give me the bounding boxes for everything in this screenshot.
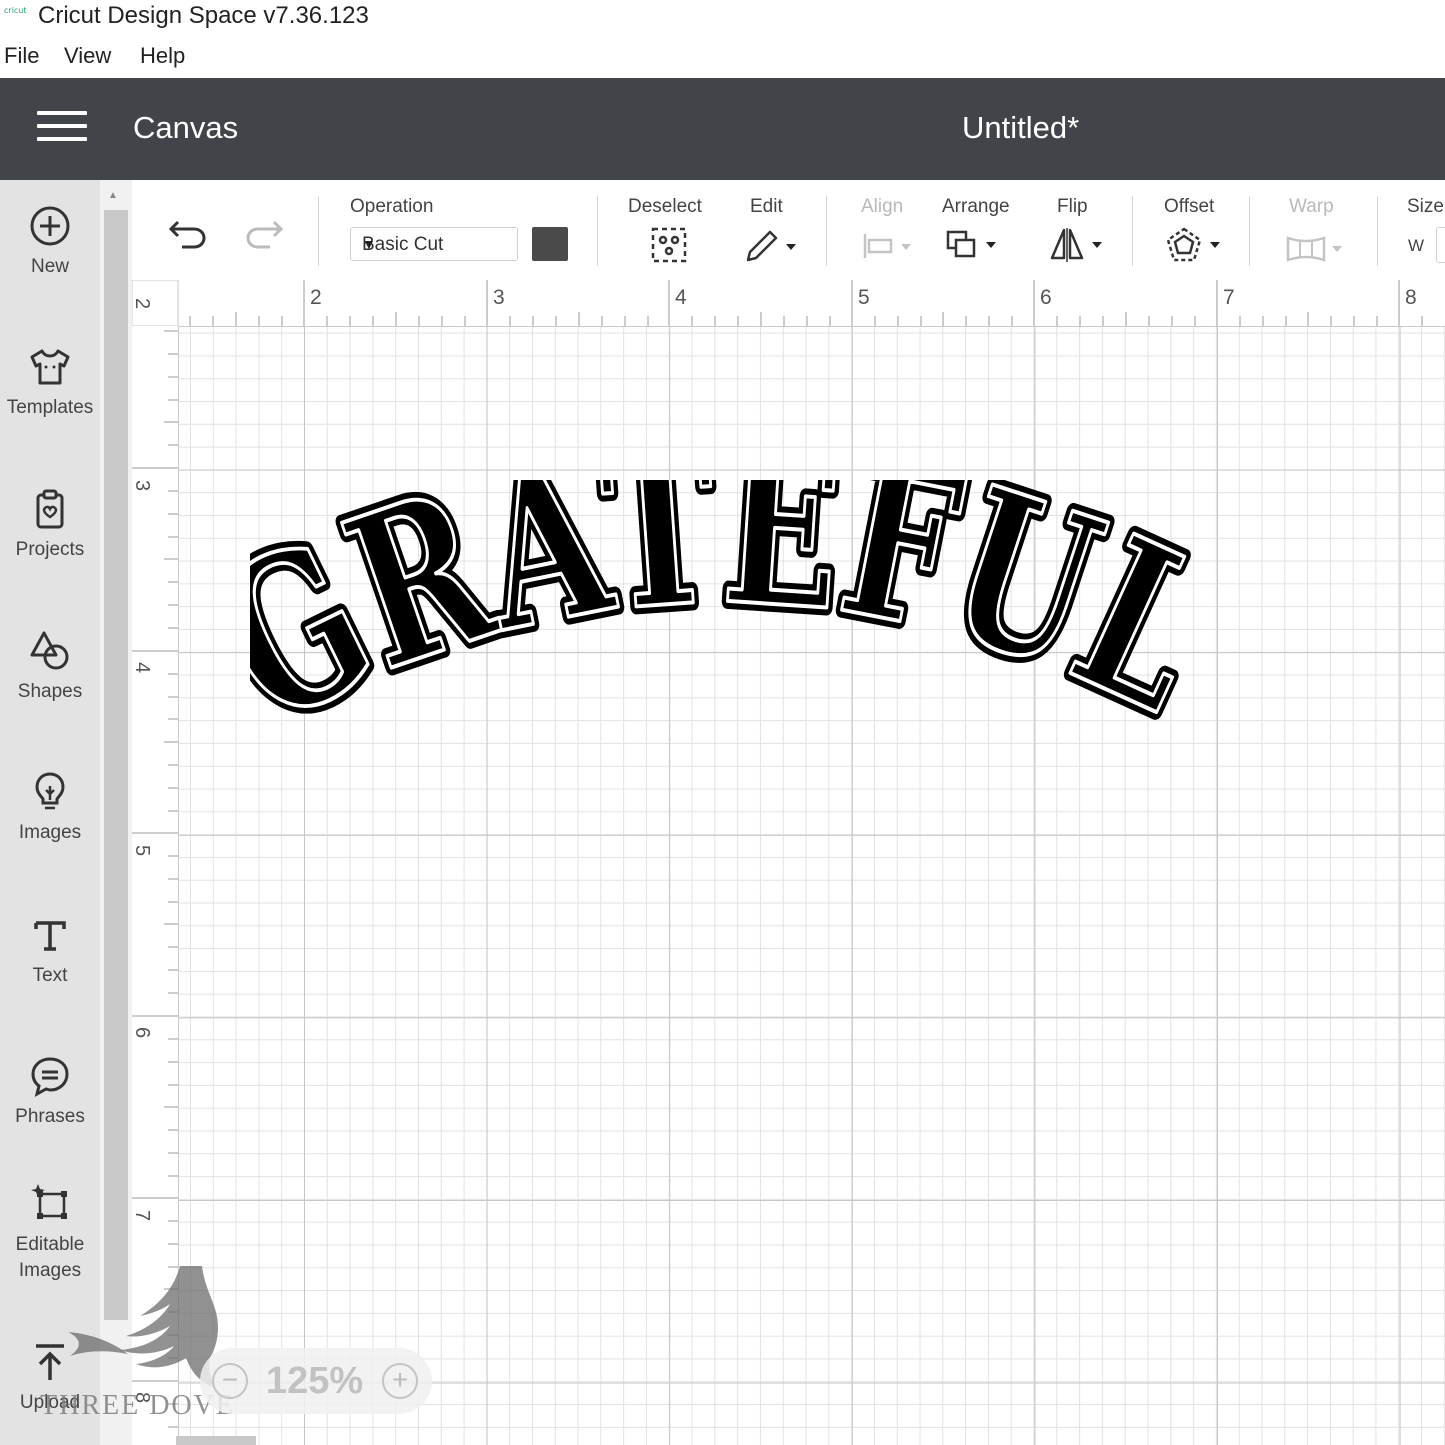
toolbar-separator xyxy=(1377,196,1378,266)
design-text-inner: GRATEFUL xyxy=(250,480,1230,773)
chevron-down-icon: ▼ xyxy=(362,236,376,252)
horizontal-scroll-thumb[interactable] xyxy=(176,1436,256,1445)
toolbar-separator xyxy=(318,196,319,266)
horizontal-ruler-ticks xyxy=(132,280,1423,326)
section-title: Canvas xyxy=(133,110,239,145)
ruler-left-label: 4 xyxy=(131,661,154,674)
menu-help[interactable]: Help xyxy=(140,43,185,69)
toolbar-separator xyxy=(1132,196,1133,266)
zoom-level: 125% xyxy=(266,1360,364,1402)
tshirt-icon xyxy=(30,349,70,385)
size-label: Size xyxy=(1407,196,1444,217)
sidebar-scroll-thumb[interactable] xyxy=(104,210,128,1320)
svg-text:GRATEFUL: GRATEFUL xyxy=(250,480,1230,771)
sidebar-item-label: Shapes xyxy=(17,681,83,702)
edit-toolbar: Operation Basic Cut ▼ Deselect Edit Alig… xyxy=(132,180,1445,281)
operation-color-swatch[interactable] xyxy=(532,227,568,261)
align-icon xyxy=(863,234,911,258)
sidebar-item-shapes[interactable]: Shapes xyxy=(0,629,100,703)
plus-circle-icon xyxy=(30,206,70,246)
document-title[interactable]: Untitled* xyxy=(962,110,1079,146)
ruler-top-label: 8 xyxy=(1405,286,1417,309)
ruler-left-label: 2 xyxy=(131,297,154,310)
sidebar-item-text[interactable]: Text xyxy=(0,913,100,987)
ruler-top-label: 4 xyxy=(675,286,687,309)
menu-bar: File View Help xyxy=(0,40,1445,76)
undo-icon[interactable] xyxy=(168,216,208,250)
arrange-icon[interactable] xyxy=(944,228,1002,262)
text-t-icon xyxy=(34,921,66,951)
sidebar-item-label: Images xyxy=(18,822,82,843)
ruler-left-label: 5 xyxy=(131,844,154,857)
ruler-top-label: 5 xyxy=(858,286,870,309)
ruler-left-label: 6 xyxy=(131,1026,154,1039)
zoom-control: − 125% + xyxy=(200,1348,432,1414)
ruler-top-label: 6 xyxy=(1040,286,1052,309)
editable-image-icon xyxy=(31,1184,67,1219)
sidebar-item-label: Projects xyxy=(15,539,85,560)
offset-label: Offset xyxy=(1164,196,1215,217)
offset-icon[interactable] xyxy=(1164,226,1224,264)
arrange-label: Arrange xyxy=(942,196,1010,217)
align-label: Align xyxy=(861,196,904,217)
window-title: Cricut Design Space v7.36.123 xyxy=(38,2,369,29)
clipboard-heart-icon xyxy=(36,489,64,529)
shapes-icon xyxy=(30,631,69,670)
deselect-label: Deselect xyxy=(628,196,702,217)
grateful-arched-text[interactable]: GRATEFUL GRATEFUL xyxy=(250,480,1230,780)
zoom-in-button[interactable]: + xyxy=(382,1363,418,1399)
toolbar-separator xyxy=(597,196,598,266)
edit-pencil-icon[interactable] xyxy=(742,226,800,264)
ruler-left-label: 3 xyxy=(131,479,154,492)
sidebar-item-label: Text xyxy=(32,965,68,986)
operation-label: Operation xyxy=(350,196,434,217)
redo-icon[interactable] xyxy=(244,216,284,250)
ruler-top-label: 7 xyxy=(1223,286,1235,309)
sidebar-item-phrases[interactable]: Phrases xyxy=(0,1054,100,1128)
scroll-up-icon[interactable]: ▲ xyxy=(108,190,118,201)
sidebar-item-label: Templates xyxy=(6,397,94,418)
speech-bubble-icon xyxy=(31,1057,69,1097)
sidebar-item-label: Editable xyxy=(15,1234,85,1255)
menu-file[interactable]: File xyxy=(4,43,39,69)
sidebar-item-new[interactable]: New xyxy=(0,204,100,278)
design-panel-sidebar: New Templates Projects Shapes Images Tex… xyxy=(0,180,100,1445)
ruler-top-label: 2 xyxy=(310,286,322,309)
lightbulb-icon xyxy=(35,772,65,810)
horizontal-ruler: 2 3 4 5 6 7 8 xyxy=(132,280,1445,327)
warp-label: Warp xyxy=(1289,196,1334,217)
ruler-top-label: 3 xyxy=(493,286,505,309)
zoom-out-button[interactable]: − xyxy=(212,1363,248,1399)
app-header: Canvas Untitled* xyxy=(0,78,1445,180)
size-width-label: W xyxy=(1408,236,1425,255)
deselect-icon[interactable] xyxy=(650,226,688,264)
sidebar-item-label: Phrases xyxy=(15,1106,85,1127)
hamburger-menu-icon[interactable] xyxy=(37,111,87,145)
title-bar: cricut Cricut Design Space v7.36.123 xyxy=(0,0,1445,38)
app-logo: cricut xyxy=(4,6,27,15)
flip-label: Flip xyxy=(1057,196,1088,217)
warp-icon xyxy=(1286,236,1342,262)
edit-label: Edit xyxy=(750,196,783,217)
flip-icon[interactable] xyxy=(1048,226,1106,264)
operation-select[interactable]: Basic Cut ▼ xyxy=(350,227,518,261)
sidebar-item-templates[interactable]: Templates xyxy=(0,345,100,419)
sidebar-item-projects[interactable]: Projects xyxy=(0,487,100,561)
toolbar-separator xyxy=(1249,196,1250,266)
menu-view[interactable]: View xyxy=(64,43,111,69)
ruler-left-label: 7 xyxy=(131,1209,154,1222)
sidebar-item-label: New xyxy=(30,256,69,277)
sidebar-item-images[interactable]: Images xyxy=(0,770,100,844)
toolbar-separator xyxy=(826,196,827,266)
size-width-input[interactable] xyxy=(1436,227,1445,263)
